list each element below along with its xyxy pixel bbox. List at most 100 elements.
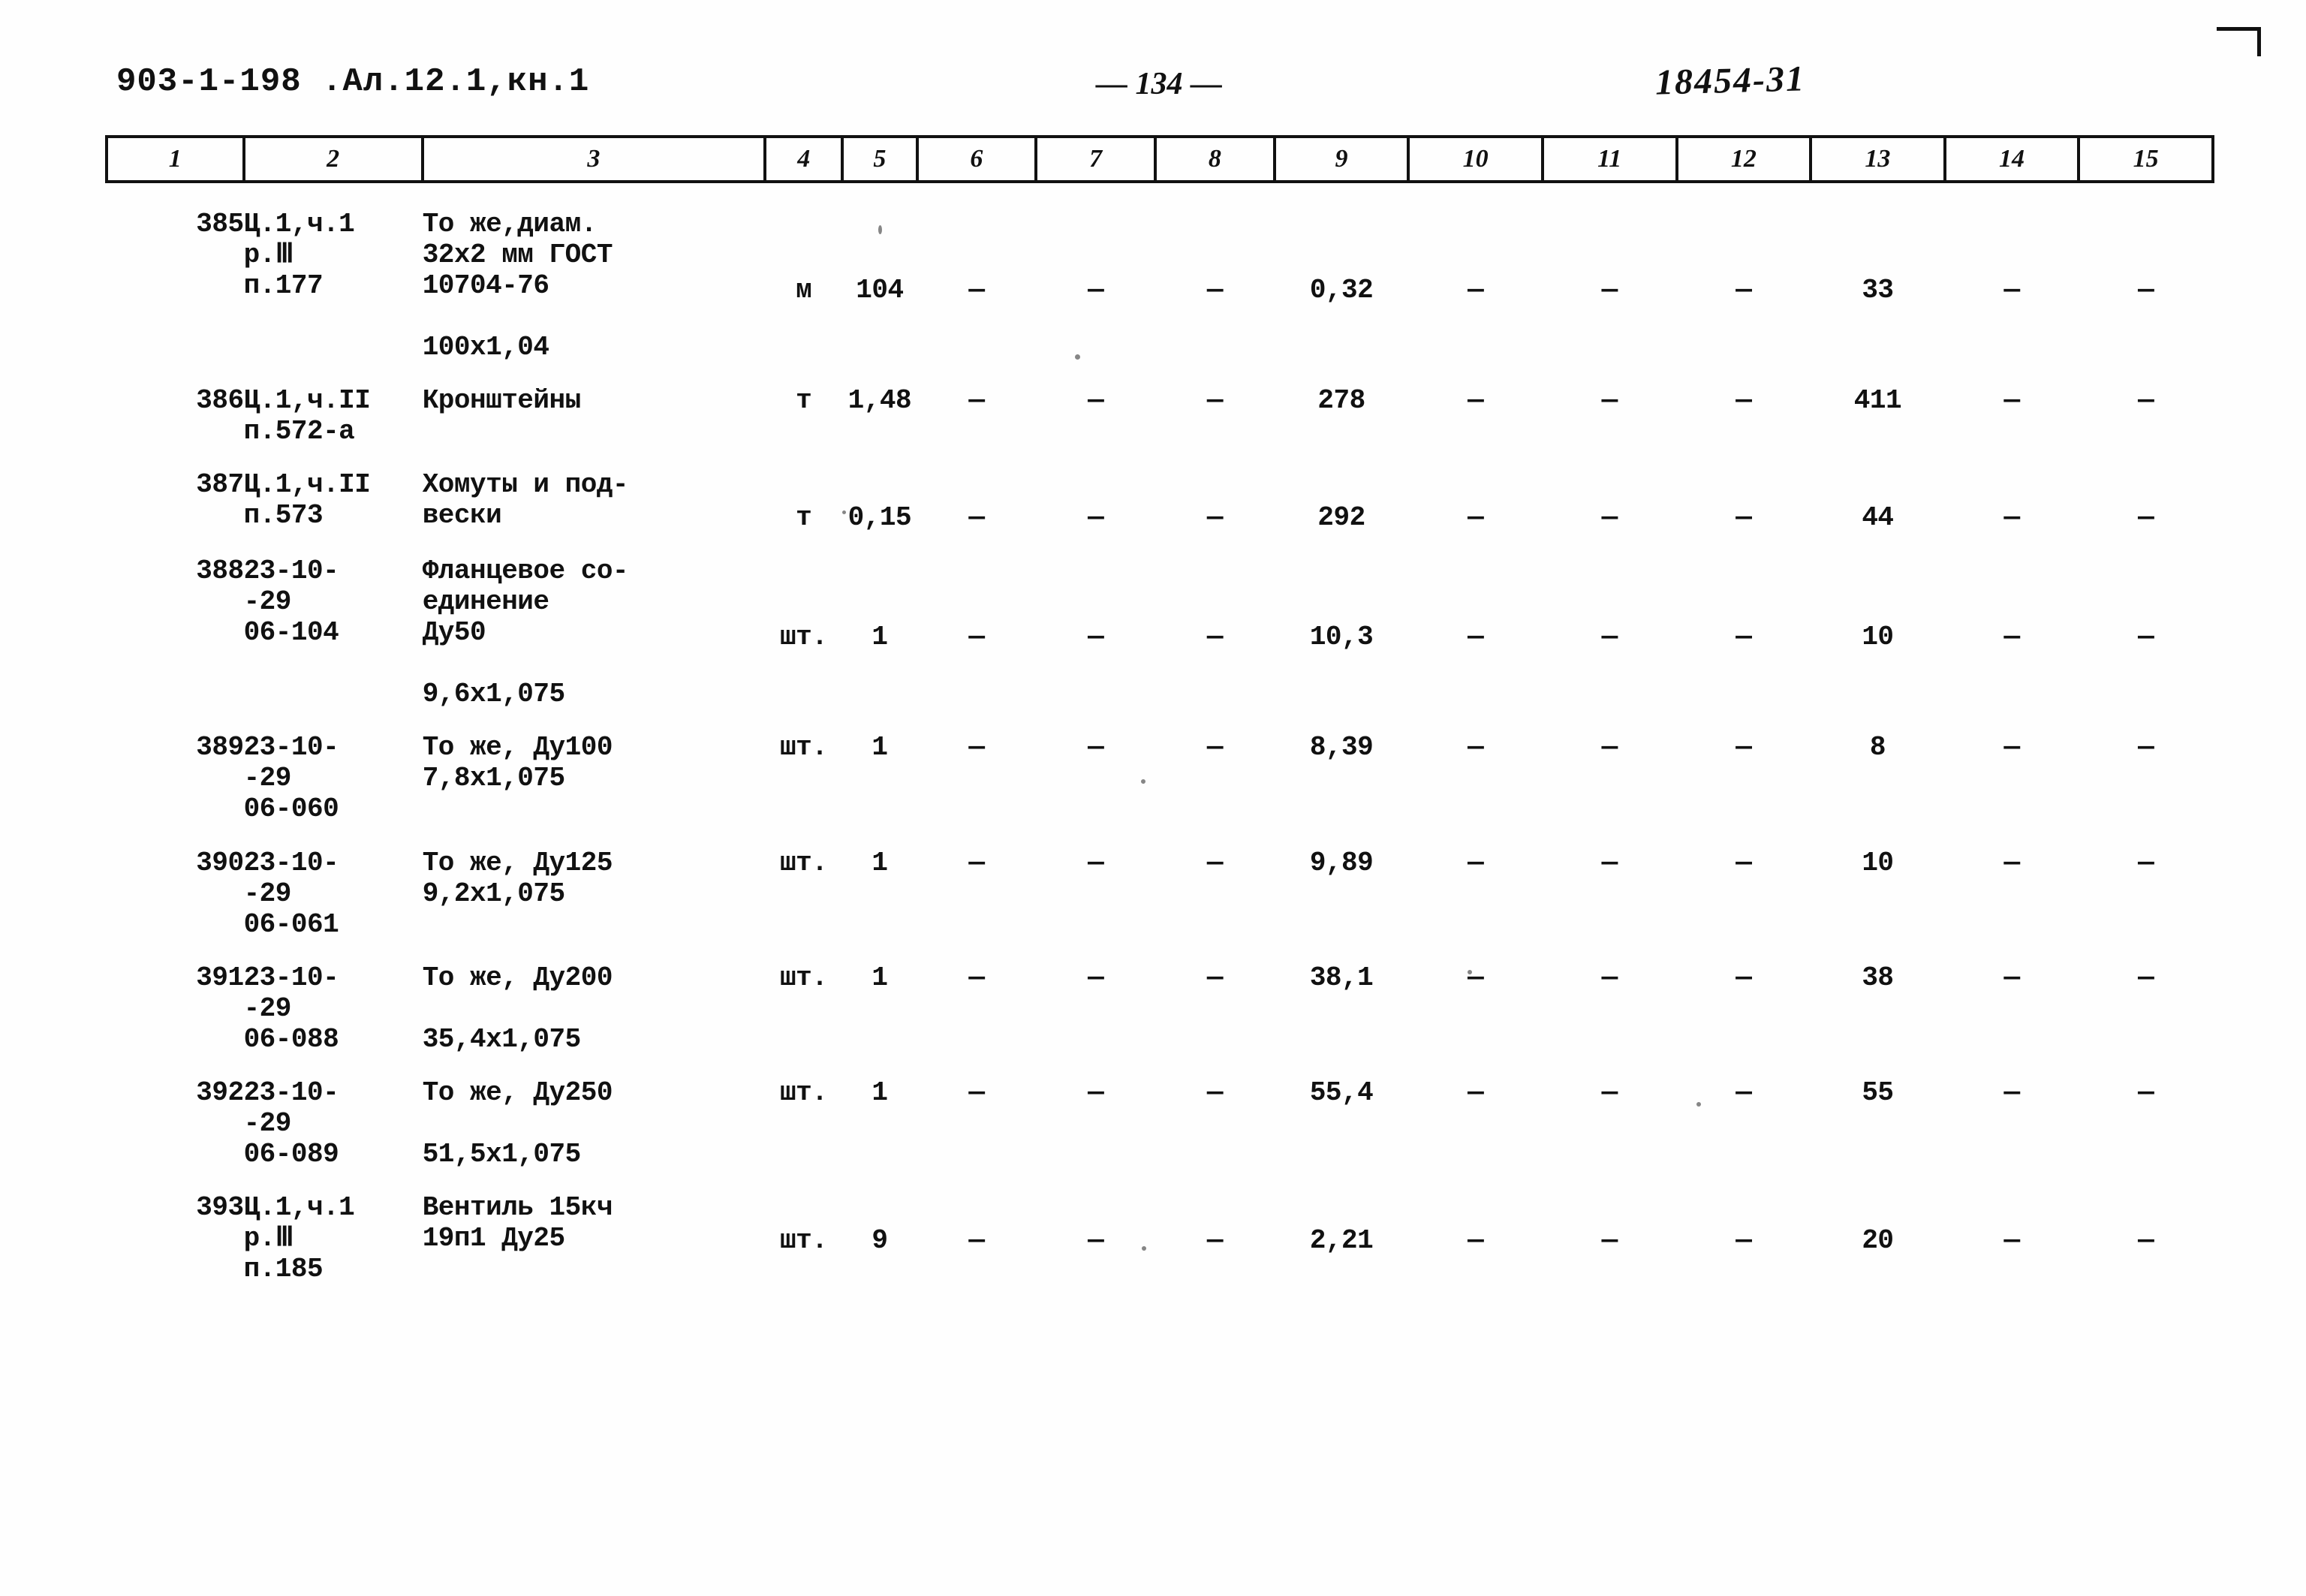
row-col11: — [1601, 622, 1618, 653]
row-col7: — [1088, 962, 1104, 993]
row-gap [107, 940, 2213, 962]
row-gap [107, 709, 2213, 732]
row-item-name: То же, Ду200 35,4х1,075 [422, 962, 613, 1055]
row-gap [107, 1055, 2213, 1077]
specification-rows: 385 Ц.1,ч.1 р.Ⅲ п.177 То же,диам. 32х2 мм … [107, 182, 2213, 1307]
row-col6: — [968, 1224, 985, 1256]
row-col10: — [1468, 1224, 1484, 1256]
row-col12: — [1736, 502, 1752, 534]
row-col7: — [1088, 275, 1104, 306]
row-col12: — [1736, 385, 1752, 417]
row-col9: 0,32 [1309, 275, 1374, 306]
row-col12: — [1736, 1224, 1752, 1256]
column-header-9: 9 [1272, 135, 1410, 183]
row-col10: — [1468, 622, 1484, 653]
row-col13: 411 [1853, 385, 1902, 417]
row-col8: — [1206, 502, 1224, 534]
handwritten-archive-code: 18454-31 [1654, 59, 1806, 103]
scanned-page: 903-1-198 .Ал.12.1,кн.1 — 134 — 18454-31 [0, 0, 2306, 1596]
row-reference-code: Ц.1,ч.II п.573 [243, 469, 371, 531]
row-col11: — [1601, 1077, 1618, 1108]
column-header-14: 14 [1943, 135, 2081, 183]
column-header-4: 4 [763, 135, 844, 183]
table-row[interactable]: 389 23-10- -29 06-060 То же, Ду100 7,8х1,0… [107, 732, 2213, 824]
row-col13: 20 [1862, 1224, 1894, 1256]
row-col14: — [2003, 622, 2020, 653]
row-col15: — [2138, 1077, 2154, 1108]
row-col15: — [2138, 1224, 2154, 1256]
row-col6: — [968, 502, 985, 534]
row-col11: — [1601, 847, 1618, 878]
table-row[interactable]: 388 23-10- -29 06-104 Фланцевое со- единен… [107, 556, 2213, 709]
row-reference-code: Ц.1,ч.1 р.Ⅲ п.177 [243, 209, 355, 302]
column-header-3: 3 [420, 135, 767, 183]
row-gap [107, 825, 2213, 848]
row-col14: — [2003, 502, 2020, 534]
table-row[interactable]: 391 23-10- -29 06-088 То же, Ду200 35,4х1,… [107, 962, 2213, 1055]
row-quantity: 0,15 [847, 502, 912, 534]
column-header-1: 1 [105, 135, 245, 183]
row-unit: шт. [780, 962, 828, 993]
row-col9: 8,39 [1309, 732, 1374, 763]
row-col13: 8 [1869, 732, 1886, 763]
table-row[interactable]: 387 Ц.1,ч.II п.573 Хомуты и под- вески т 0,1… [107, 469, 2213, 533]
row-col14: — [2003, 847, 2020, 878]
row-reference-code: 23-10- -29 06-104 [243, 556, 339, 649]
row-col6: — [968, 847, 985, 878]
row-item-name: То же, Ду250 51,5х1,075 [422, 1077, 613, 1170]
row-gap [107, 363, 2213, 385]
row-col7: — [1088, 385, 1104, 417]
row-col15: — [2138, 502, 2154, 534]
row-col12: — [1736, 962, 1752, 993]
row-col8: — [1206, 962, 1224, 993]
table-row[interactable]: 392 23-10- -29 06-089 То же, Ду250 51,5х1,… [107, 1077, 2213, 1170]
row-col7: — [1088, 1224, 1104, 1256]
row-col6: — [968, 275, 985, 306]
row-gap [107, 1170, 2213, 1192]
row-col6: — [968, 622, 985, 653]
row-col14: — [2003, 732, 2020, 763]
row-col9: 2,21 [1309, 1224, 1374, 1256]
corner-crop-mark [2217, 27, 2261, 56]
row-col11: — [1601, 385, 1618, 417]
row-quantity: 1 [872, 622, 888, 653]
row-col12: — [1736, 275, 1752, 306]
row-col13: 33 [1862, 275, 1894, 306]
row-col14: — [2003, 275, 2020, 306]
row-col8: — [1206, 622, 1224, 653]
row-col11: — [1601, 275, 1618, 306]
table-row[interactable]: 390 23-10- -29 06-061 То же, Ду125 9,2х1,0… [107, 848, 2213, 940]
row-col14: — [2003, 962, 2020, 993]
row-unit: шт. [780, 1077, 828, 1108]
specification-table: 1 2 3 4 5 6 7 8 9 10 11 12 13 14 15 385 … [105, 135, 2214, 1307]
row-col13: 10 [1862, 622, 1894, 653]
row-col7: — [1088, 732, 1104, 763]
row-col10: — [1468, 502, 1484, 534]
column-header-15: 15 [2077, 135, 2214, 183]
row-col15: — [2138, 847, 2154, 878]
row-col13: 38 [1862, 962, 1894, 993]
row-reference-code: Ц.1,ч.1 р.Ⅲ п.185 [243, 1191, 355, 1284]
row-col11: — [1601, 962, 1618, 993]
row-quantity: 1,48 [847, 385, 912, 417]
row-number: 386 [196, 385, 244, 417]
page-number: — 134 — [1096, 67, 1222, 101]
table-row[interactable]: 385 Ц.1,ч.1 р.Ⅲ п.177 То же,диам. 32х2 мм … [107, 209, 2213, 363]
row-unit: шт. [780, 1224, 828, 1256]
table-row[interactable]: 386 Ц.1,ч.II п.572-а Кронштейны т 1,48 — — — 278… [107, 385, 2213, 447]
row-col9: 55,4 [1309, 1077, 1374, 1108]
row-col14: — [2003, 1224, 2020, 1256]
row-gap [107, 447, 2213, 469]
row-col6: — [968, 1077, 985, 1108]
row-col13: 44 [1862, 502, 1894, 534]
row-col8: — [1206, 1077, 1224, 1108]
column-header-10: 10 [1407, 135, 1544, 183]
table-row[interactable]: 393 Ц.1,ч.1 р.Ⅲ п.185 Вентиль 15кч 19п1 Ду… [107, 1192, 2213, 1284]
row-col6: — [968, 962, 985, 993]
row-item-name: Кронштейны [422, 385, 582, 417]
row-col10: — [1468, 1077, 1484, 1108]
row-col9: 278 [1317, 385, 1365, 417]
row-quantity: 1 [872, 1077, 888, 1108]
row-col9: 9,89 [1309, 847, 1374, 878]
row-quantity: 1 [872, 732, 888, 763]
